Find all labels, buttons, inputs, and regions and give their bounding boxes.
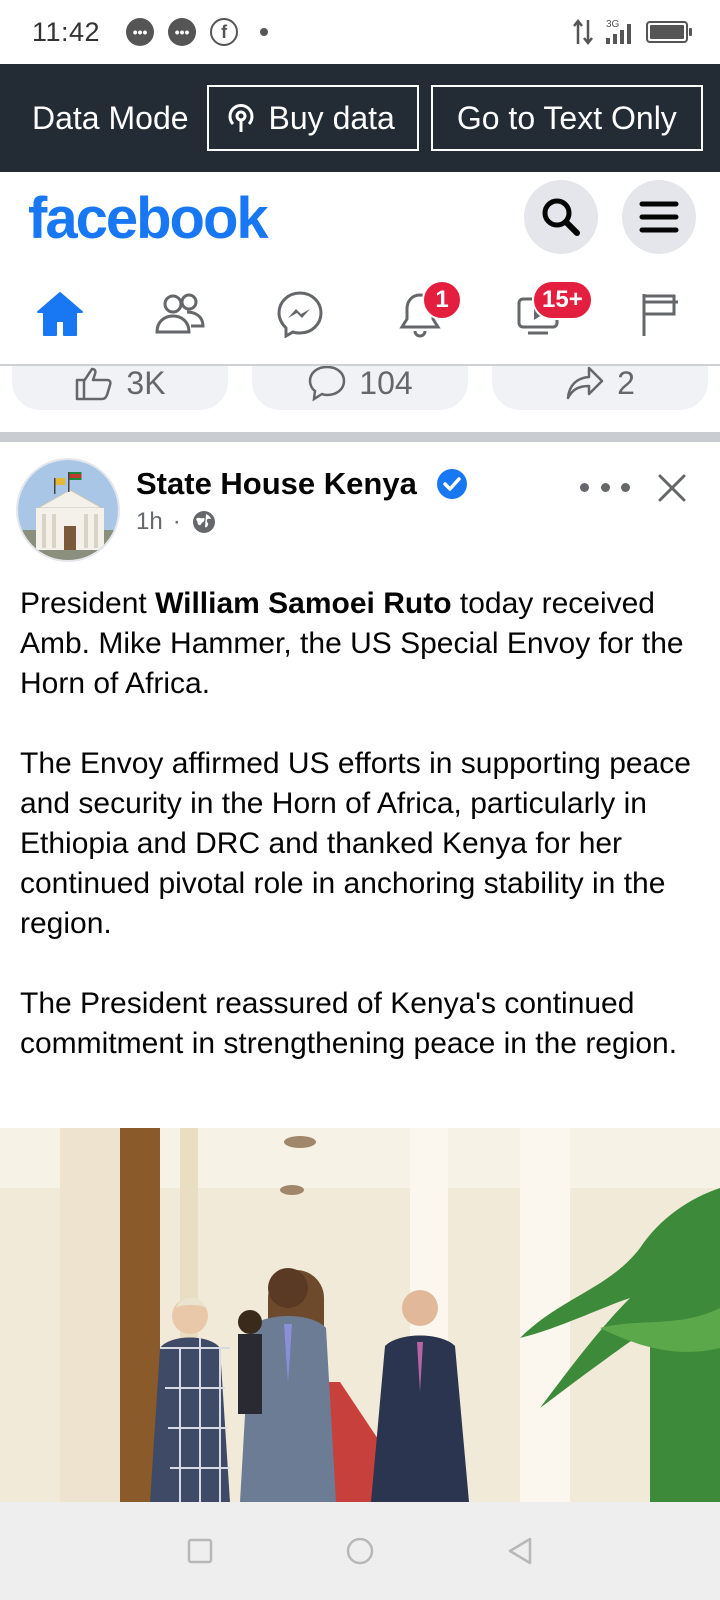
data-mode-bar: Data Mode Buy data Go to Text Only <box>0 64 720 172</box>
tab-watch[interactable]: 15+ <box>480 264 600 364</box>
status-bar: 11:42 ••• ••• f 3G <box>0 0 720 64</box>
status-icons: 3G <box>572 18 692 46</box>
more-notifications-icon <box>260 28 269 36</box>
page-avatar[interactable] <box>16 458 120 562</box>
president-name: William Samoei Ruto <box>155 587 452 620</box>
post-time[interactable]: 1h <box>136 508 163 536</box>
post-header: State House Kenya 1h · <box>0 450 720 570</box>
triangle-back-icon <box>508 1537 532 1565</box>
menu-button[interactable] <box>622 180 696 254</box>
post-paragraph-1: President William Samoei Ruto today rece… <box>20 587 684 700</box>
likes-count: 3K <box>126 366 166 401</box>
tab-messenger[interactable] <box>240 264 360 364</box>
close-icon[interactable] <box>652 468 692 508</box>
like-button[interactable]: 3K <box>12 366 228 410</box>
share-icon <box>566 366 604 400</box>
search-button[interactable] <box>524 180 598 254</box>
app-header: facebook <box>0 172 720 264</box>
hamburger-icon <box>639 201 679 233</box>
post-more-button[interactable] <box>580 472 630 502</box>
recents-button[interactable] <box>180 1531 220 1571</box>
tab-pages[interactable] <box>600 264 720 364</box>
flag-icon <box>642 294 678 336</box>
feed-divider <box>0 432 720 442</box>
verified-badge-icon <box>437 469 467 499</box>
state-house-building-image <box>18 460 118 560</box>
facebook-logo[interactable]: facebook <box>28 185 269 252</box>
data-transfer-icon <box>573 18 593 46</box>
buy-data-label: Buy data <box>268 99 395 136</box>
text-only-button[interactable]: Go to Text Only <box>430 85 703 151</box>
message-notification-icon: ••• <box>168 18 197 46</box>
comment-button[interactable]: 104 <box>252 366 468 410</box>
messenger-icon <box>277 291 323 338</box>
post-paragraph-2: The Envoy affirmed US efforts in support… <box>20 747 691 940</box>
data-mode-title: Data Mode <box>32 99 189 136</box>
comments-count: 104 <box>359 366 413 401</box>
post-photo[interactable] <box>0 1128 720 1502</box>
network-type-label: 3G <box>606 19 620 30</box>
tab-home[interactable] <box>0 264 120 364</box>
friends-icon <box>155 293 205 334</box>
text-only-label: Go to Text Only <box>456 99 677 136</box>
status-time: 11:42 <box>32 16 101 47</box>
tab-friends[interactable] <box>120 264 240 364</box>
page-name[interactable]: State House Kenya <box>136 466 417 502</box>
post-body: President William Samoei Ruto today rece… <box>20 584 710 1104</box>
tab-notifications[interactable]: 1 <box>360 264 480 364</box>
notifications-badge: 1 <box>422 280 462 320</box>
main-nav: 1 15+ <box>0 264 720 366</box>
thumbs-up-icon <box>76 367 113 401</box>
home-button[interactable] <box>340 1531 380 1571</box>
signal-icon: 3G <box>606 19 631 44</box>
share-button[interactable]: 2 <box>492 366 708 410</box>
circle-icon <box>346 1537 374 1565</box>
post-paragraph-3: The President reassured of Kenya's conti… <box>20 987 678 1060</box>
post-meta: 1h · <box>136 508 217 536</box>
battery-icon <box>646 21 692 43</box>
shares-count: 2 <box>617 366 635 401</box>
previous-post-actions: 3K 104 2 <box>0 366 720 424</box>
back-button[interactable] <box>500 1531 540 1571</box>
globe-icon <box>192 511 215 533</box>
meta-separator: · <box>172 508 181 535</box>
buy-data-button[interactable]: Buy data <box>206 85 419 151</box>
corridor-meeting-image <box>0 1128 720 1502</box>
antenna-icon <box>228 104 254 132</box>
home-icon <box>37 292 83 336</box>
watch-badge: 15+ <box>532 280 593 320</box>
facebook-notification-icon: f <box>210 18 239 46</box>
comment-icon <box>309 366 346 402</box>
search-icon <box>542 198 580 236</box>
square-icon <box>187 1538 213 1564</box>
system-nav-bar <box>0 1502 720 1600</box>
message-notification-icon: ••• <box>126 18 155 46</box>
